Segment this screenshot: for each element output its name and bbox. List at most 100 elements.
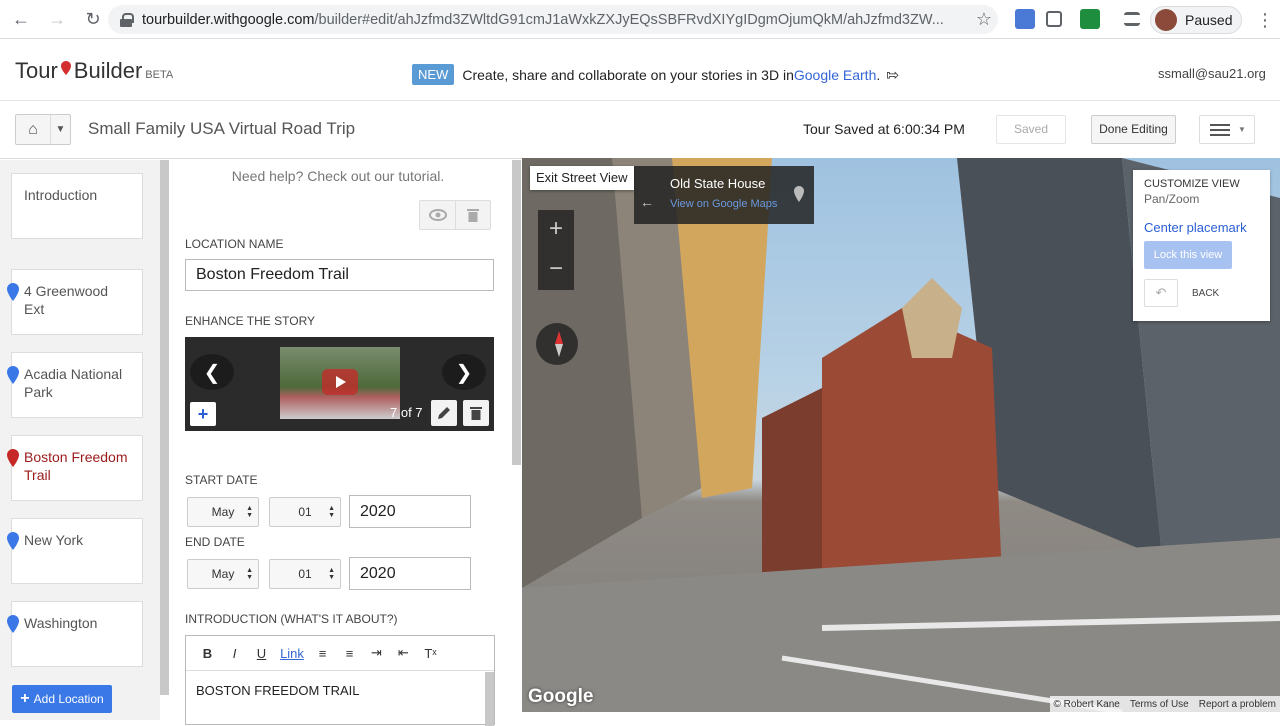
address-bar[interactable]: tourbuilder.withgoogle.com/builder#edit/… xyxy=(108,5,998,34)
open-external-icon[interactable]: ⇰ xyxy=(886,66,899,84)
logo-pin-icon xyxy=(60,61,71,75)
google-earth-link[interactable]: Google Earth xyxy=(794,67,877,83)
back-arrow-icon[interactable]: ← xyxy=(640,194,654,210)
start-date-label: START DATE xyxy=(185,473,258,487)
undo-icon[interactable]: ↶ xyxy=(1144,279,1178,307)
list-item[interactable]: Acadia National Park xyxy=(11,352,143,418)
clear-format-icon[interactable]: Tˣ xyxy=(417,646,444,661)
location-name-input[interactable]: Boston Freedom Trail xyxy=(185,259,494,291)
reload-icon[interactable]: ↻ xyxy=(78,4,108,34)
tour-builder-logo[interactable]: Tour Builder BETA xyxy=(15,58,173,84)
url-path: /builder#edit/ahJzfmd3ZWltdG91cmJ1aWxkZX… xyxy=(314,11,944,28)
rte-toolbar: B I U Link ≡ ≡ ⇥ ⇤ Tˣ xyxy=(186,636,494,671)
zoom-out-icon[interactable]: − xyxy=(538,250,574,290)
indent-icon[interactable]: ⇥ xyxy=(363,645,390,661)
start-month-select[interactable]: May ▲ ▼ xyxy=(187,497,259,527)
report-problem-link[interactable]: Report a problem xyxy=(1199,699,1276,710)
terms-link[interactable]: Terms of Use xyxy=(1130,699,1189,710)
underline-icon[interactable]: U xyxy=(248,646,275,661)
back-arrow-icon[interactable]: ← xyxy=(6,4,36,34)
location-list-scrollbar[interactable] xyxy=(160,160,169,695)
chevron-left-icon[interactable]: ❮ xyxy=(190,354,234,390)
outdent-icon[interactable]: ⇤ xyxy=(390,645,417,661)
eye-icon[interactable] xyxy=(420,201,455,229)
bookmark-star-icon[interactable]: ☆ xyxy=(976,9,992,30)
trash-icon[interactable] xyxy=(455,201,490,229)
list-item[interactable]: Introduction xyxy=(11,173,143,239)
media-count: 7 of 7 xyxy=(390,405,423,420)
beta-badge: BETA xyxy=(145,69,174,81)
customize-view-panel: CUSTOMIZE VIEW Pan/Zoom Center placemark… xyxy=(1133,170,1270,321)
stop-label: Washington xyxy=(24,615,98,631)
sheets-extension-icon[interactable] xyxy=(1080,9,1100,29)
help-link[interactable]: Need help? Check out our tutorial. xyxy=(170,168,506,184)
user-email[interactable]: ssmall@sau21.org xyxy=(1158,66,1266,81)
end-year-input[interactable]: 2020 xyxy=(349,557,471,590)
link-button[interactable]: Link xyxy=(275,646,309,661)
map-pin-icon xyxy=(794,186,804,202)
video-thumbnail[interactable] xyxy=(280,347,400,419)
done-editing-button[interactable]: Done Editing xyxy=(1091,115,1176,144)
tour-title[interactable]: Small Family USA Virtual Road Trip xyxy=(88,119,355,139)
end-month-select[interactable]: May ▲ ▼ xyxy=(187,559,259,589)
browser-toolbar: ← → ↻ tourbuilder.withgoogle.com/builder… xyxy=(0,0,1280,39)
play-icon xyxy=(322,369,358,395)
view-on-maps-link[interactable]: View on Google Maps xyxy=(670,198,777,210)
profile-button[interactable]: Paused xyxy=(1150,6,1242,34)
zoom-in-icon[interactable]: + xyxy=(538,210,574,250)
list-item[interactable]: 4 Greenwood Ext xyxy=(11,269,143,335)
street-view-panorama[interactable]: Exit Street View ← Old State House View … xyxy=(522,158,1280,712)
saved-button[interactable]: Saved xyxy=(996,115,1066,144)
announce-end: . xyxy=(876,66,881,83)
location-list: Introduction 4 Greenwood Ext Acadia Nati… xyxy=(0,160,160,720)
end-day-select[interactable]: 01 ▲ ▼ xyxy=(269,559,341,589)
zoom-control: + − xyxy=(538,210,574,290)
add-location-button[interactable]: + Add Location xyxy=(12,685,112,713)
numbered-list-icon[interactable]: ≡ xyxy=(336,646,363,661)
grid-extension-icon[interactable] xyxy=(1046,11,1062,27)
bold-icon[interactable]: B xyxy=(194,646,221,661)
rte-scrollbar[interactable] xyxy=(485,672,494,726)
list-item[interactable]: Boston Freedom Trail xyxy=(11,435,143,501)
stop-label: 4 Greenwood Ext xyxy=(24,283,109,317)
address-card: ← Old State House View on Google Maps xyxy=(634,166,814,224)
back-label[interactable]: BACK xyxy=(1192,288,1219,299)
save-status: Tour Saved at 6:00:34 PM xyxy=(803,121,965,137)
lock-icon xyxy=(120,12,134,27)
reading-list-icon[interactable] xyxy=(1124,12,1140,26)
home-button[interactable]: ⌂ ▼ xyxy=(15,114,71,145)
browser-menu-icon[interactable]: ⋮ xyxy=(1256,10,1274,31)
stepper-arrows-icon: ▲ ▼ xyxy=(328,567,335,581)
start-year-input[interactable]: 2020 xyxy=(349,495,471,528)
forward-arrow-icon[interactable]: → xyxy=(42,4,72,34)
add-media-button[interactable]: + xyxy=(190,402,216,426)
google-logo: Google xyxy=(528,686,594,707)
start-day-value: 01 xyxy=(298,505,312,519)
logo-tour: Tour xyxy=(15,58,58,83)
menu-button[interactable]: ▼ xyxy=(1199,115,1255,144)
translate-extension-icon[interactable] xyxy=(1015,9,1035,29)
end-day-value: 01 xyxy=(298,567,312,581)
compass-icon[interactable] xyxy=(536,323,578,365)
bullet-list-icon[interactable]: ≡ xyxy=(309,646,336,661)
stop-label: New York xyxy=(24,532,84,548)
rte-content[interactable]: BOSTON FREEDOM TRAIL xyxy=(186,671,494,710)
exit-street-view-button[interactable]: Exit Street View xyxy=(530,166,634,190)
lock-view-button[interactable]: Lock this view xyxy=(1144,241,1232,269)
url-text: tourbuilder.withgoogle.com/builder#edit/… xyxy=(142,12,962,28)
add-location-label: Add Location xyxy=(33,692,104,706)
list-item[interactable]: Washington xyxy=(11,601,143,667)
stepper-arrows-icon: ▲ ▼ xyxy=(246,567,253,581)
pencil-icon[interactable] xyxy=(431,400,457,426)
italic-icon[interactable]: I xyxy=(221,646,248,661)
start-day-select[interactable]: 01 ▲ ▼ xyxy=(269,497,341,527)
announce-text: Create, share and collaborate on your st… xyxy=(462,66,794,83)
chevron-right-icon[interactable]: ❯ xyxy=(442,354,486,390)
map-pin-icon xyxy=(7,366,19,384)
trash-icon[interactable] xyxy=(463,400,489,426)
list-item[interactable]: New York xyxy=(11,518,143,584)
editor-scrollbar[interactable] xyxy=(512,160,521,465)
center-placemark-link[interactable]: Center placemark xyxy=(1144,220,1259,235)
stop-label: Boston Freedom Trail xyxy=(24,449,128,483)
logo-builder: Builder xyxy=(73,58,143,83)
